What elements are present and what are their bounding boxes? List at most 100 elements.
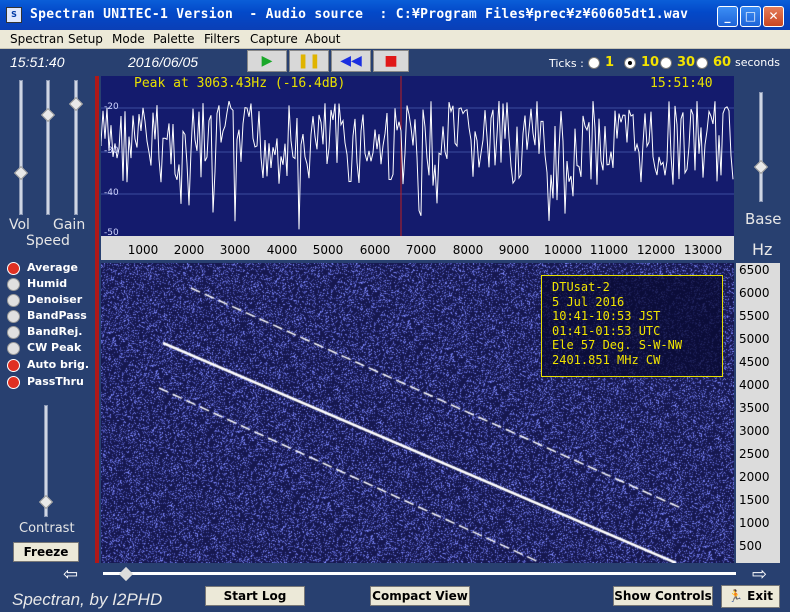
toggle-icon [7,359,20,372]
freq-tick: 10000 [543,243,583,257]
freq-label: 6000 [739,286,770,300]
option-label: BandRej. [27,325,83,338]
menu-palette[interactable]: Palette [153,32,195,46]
left-arrow-icon[interactable]: ⇦ [63,564,78,585]
spectrum-graph [101,76,734,236]
contrast-label: Contrast [19,521,75,536]
option-label: Humid [27,277,68,290]
position-slider[interactable] [103,572,736,575]
peak-readout: Peak at 3063.43Hz (-16.4dB) [134,76,346,91]
freq-tick: 11000 [589,243,629,257]
toggle-icon [7,342,20,355]
base-label: Base [745,210,782,228]
freq-label: 4500 [739,355,770,369]
freq-tick: 7000 [405,243,437,257]
tick-radio-60[interactable] [696,57,708,69]
freq-label: 1000 [739,516,770,530]
right-arrow-icon[interactable]: ⇨ [752,564,767,585]
frequency-axis-y: 6500 6000 5500 5000 4500 4000 3500 3000 … [736,263,780,563]
freq-tick: 1000 [127,243,159,257]
hz-label: Hz [752,240,773,259]
db-label: -50 [104,228,119,236]
option-label: PassThru [27,375,84,388]
maximize-button[interactable]: □ [740,6,761,27]
gain-slider[interactable] [46,80,50,215]
show-controls-button[interactable]: Show Controls [613,586,713,606]
tick-label-1: 1 [605,55,615,70]
start-log-button[interactable]: Start Log [205,586,305,606]
toggle-icon [7,326,20,339]
ticks-label: Ticks : [549,57,584,70]
menu-about[interactable]: About [305,32,340,46]
freq-tick: 9000 [498,243,530,257]
tick-radio-30[interactable] [660,57,672,69]
satellite-info-box: DTUsat-2 5 Jul 2016 10:41-10:53 JST 01:4… [541,275,723,377]
freq-label: 2000 [739,470,770,484]
vol-slider[interactable] [19,80,23,215]
freq-label: 2500 [739,447,770,461]
toggle-icon [7,278,20,291]
toggle-icon [7,310,20,323]
minimize-button[interactable]: _ [717,6,738,27]
option-label: CW Peak [27,341,82,354]
toggle-icon [7,376,20,389]
spectran-app-icon[interactable]: S [6,7,22,23]
title-bar: S Spectran UNITEC-1 Version - Audio sour… [0,0,790,30]
freq-tick: 8000 [452,243,484,257]
gain-label: Gain [53,217,86,233]
info-line: DTUsat-2 [552,280,610,294]
tick-radio-10[interactable] [624,57,636,69]
menu-capture[interactable]: Capture [250,32,298,46]
rewind-icon: ◀◀ [340,53,362,69]
close-button[interactable]: ✕ [763,6,784,27]
level-indicator-bar [95,76,99,563]
compact-view-button[interactable]: Compact View [370,586,470,606]
window-title: Spectran UNITEC-1 Version - Audio source… [30,7,689,22]
freq-label: 5500 [739,309,770,323]
freq-label: 3000 [739,424,770,438]
freq-label: 3500 [739,401,770,415]
stop-icon: ■ [384,53,398,69]
freq-label: 5000 [739,332,770,346]
menu-spectran[interactable]: Spectran [10,32,64,46]
freq-tick: 12000 [636,243,676,257]
spectrum-display[interactable]: Peak at 3063.43Hz (-16.4dB) 15:51:40 -20… [101,76,734,236]
rewind-button[interactable]: ◀◀ [331,50,371,72]
menu-mode[interactable]: Mode [112,32,145,46]
stop-button[interactable]: ■ [373,50,409,72]
freq-tick: 3000 [219,243,251,257]
option-label: Denoiser [27,293,83,306]
menu-setup[interactable]: Setup [68,32,103,46]
pause-icon: ❚❚ [297,53,321,69]
frequency-axis-x: 1000 2000 3000 4000 5000 6000 7000 8000 … [101,236,734,260]
info-line: 2401.851 MHz CW [552,352,661,367]
exit-runner-icon: 🏃 [728,589,743,603]
tick-radio-1[interactable] [588,57,600,69]
freq-tick: 13000 [683,243,723,257]
menu-filters[interactable]: Filters [204,32,240,46]
option-label: Average [27,261,78,274]
clock-time: 15:51:40 [10,54,65,70]
play-button[interactable]: ▶ [247,50,287,72]
play-icon: ▶ [261,53,273,69]
pause-button[interactable]: ❚❚ [289,50,329,72]
db-label: -20 [104,102,119,112]
info-line: Ele 57 Deg. S-W-NW [552,338,683,352]
db-label: -40 [104,188,119,198]
tick-label-10: 10 [641,55,660,70]
exit-button[interactable]: 🏃 Exit [721,585,780,608]
freq-label: 1500 [739,493,770,507]
app-credit: Spectran, by I2PHD [12,590,163,609]
freeze-button[interactable]: Freeze [13,542,79,562]
freq-label: 500 [739,539,762,553]
exit-label: Exit [747,589,773,603]
option-label: Auto brig. [27,358,90,371]
freq-tick: 5000 [312,243,344,257]
info-line: 10:41-10:53 JST [552,309,661,323]
base-slider[interactable] [759,92,763,202]
info-line: 01:41-01:53 UTC [552,323,661,338]
tick-label-30: 30 [677,55,696,70]
db-label: -30 [104,146,119,156]
toggle-icon [7,294,20,307]
vol-label: Vol [9,217,30,233]
